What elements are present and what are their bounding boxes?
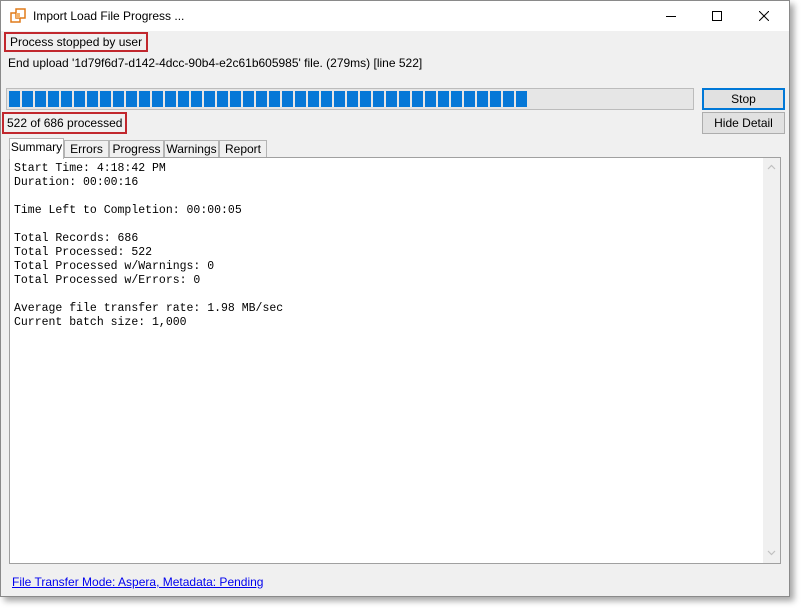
progress-segment: [334, 91, 345, 107]
progress-segment: [477, 91, 488, 107]
progress-segment: [373, 91, 384, 107]
progress-segment: [100, 91, 111, 107]
progress-segment: [490, 91, 501, 107]
progress-segment: [217, 91, 228, 107]
scroll-down-icon[interactable]: [767, 548, 776, 557]
minimize-button[interactable]: [648, 1, 694, 31]
progress-segment: [113, 91, 124, 107]
progress-segment: [503, 91, 514, 107]
progress-segment: [61, 91, 72, 107]
progress-segment: [126, 91, 137, 107]
progress-segment: [360, 91, 371, 107]
status-message: Process stopped by user: [4, 32, 149, 52]
progress-segment: [48, 91, 59, 107]
progress-segment: [347, 91, 358, 107]
progress-segment: [87, 91, 98, 107]
progress-segment: [321, 91, 332, 107]
time-left: Time Left to Completion: 00:00:05: [14, 204, 242, 217]
progress-segment: [191, 91, 202, 107]
maximize-button[interactable]: [694, 1, 740, 31]
app-icon: [10, 8, 26, 24]
progress-segment: [152, 91, 163, 107]
stop-button[interactable]: Stop: [702, 88, 785, 110]
transfer-mode-link[interactable]: File Transfer Mode: Aspera, Metadata: Pe…: [12, 575, 263, 589]
vertical-scrollbar[interactable]: [763, 158, 780, 563]
tab-warnings[interactable]: Warnings: [164, 140, 219, 158]
processed-count: 522 of 686 processed: [2, 112, 128, 134]
import-progress-window: Import Load File Progress ... Process st…: [0, 0, 790, 597]
progress-segment: [74, 91, 85, 107]
progress-segment: [230, 91, 241, 107]
progress-segment: [139, 91, 150, 107]
total-processed: Total Processed: 522: [14, 246, 153, 259]
progress-segment: [464, 91, 475, 107]
hide-detail-button[interactable]: Hide Detail: [702, 112, 785, 134]
summary-text: Start Time: 4:18:42 PM Duration: 00:00:1…: [14, 162, 283, 330]
progress-bar: [6, 88, 694, 110]
scroll-up-icon[interactable]: [767, 163, 776, 172]
progress-segment: [386, 91, 397, 107]
progress-segment: [243, 91, 254, 107]
progress-segment: [178, 91, 189, 107]
progress-segment: [399, 91, 410, 107]
progress-segment: [9, 91, 20, 107]
tab-report[interactable]: Report: [219, 140, 267, 158]
progress-segment: [451, 91, 462, 107]
upload-detail: End upload '1d79f6d7-d142-4dcc-90b4-e2c6…: [8, 56, 423, 70]
tab-errors[interactable]: Errors: [64, 140, 109, 158]
total-errors: Total Processed w/Errors: 0: [14, 274, 201, 287]
progress-segment: [35, 91, 46, 107]
total-records: Total Records: 686: [14, 232, 139, 245]
batch-size: Current batch size: 1,000: [14, 316, 187, 329]
progress-segment: [165, 91, 176, 107]
progress-segment: [308, 91, 319, 107]
title-bar[interactable]: Import Load File Progress ...: [1, 1, 789, 31]
maximize-icon: [712, 11, 722, 21]
tab-progress[interactable]: Progress: [109, 140, 164, 158]
progress-segment: [425, 91, 436, 107]
transfer-rate: Average file transfer rate: 1.98 MB/sec: [14, 302, 284, 315]
close-icon: [759, 11, 769, 21]
progress-segment: [256, 91, 267, 107]
progress-segment: [204, 91, 215, 107]
progress-segment: [22, 91, 33, 107]
progress-segment: [282, 91, 293, 107]
summary-panel[interactable]: Start Time: 4:18:42 PM Duration: 00:00:1…: [9, 157, 781, 564]
minimize-icon: [666, 16, 676, 17]
duration: Duration: 00:00:16: [14, 176, 139, 189]
progress-segment: [295, 91, 306, 107]
window-title: Import Load File Progress ...: [33, 9, 185, 23]
progress-segment: [516, 91, 527, 107]
start-time: Start Time: 4:18:42 PM: [14, 162, 166, 175]
tab-summary[interactable]: Summary: [9, 138, 64, 159]
progress-segment: [412, 91, 423, 107]
close-button[interactable]: [741, 1, 787, 31]
progress-segment: [269, 91, 280, 107]
progress-segment: [438, 91, 449, 107]
progress-bar-fill: [9, 91, 530, 107]
total-warnings: Total Processed w/Warnings: 0: [14, 260, 215, 273]
